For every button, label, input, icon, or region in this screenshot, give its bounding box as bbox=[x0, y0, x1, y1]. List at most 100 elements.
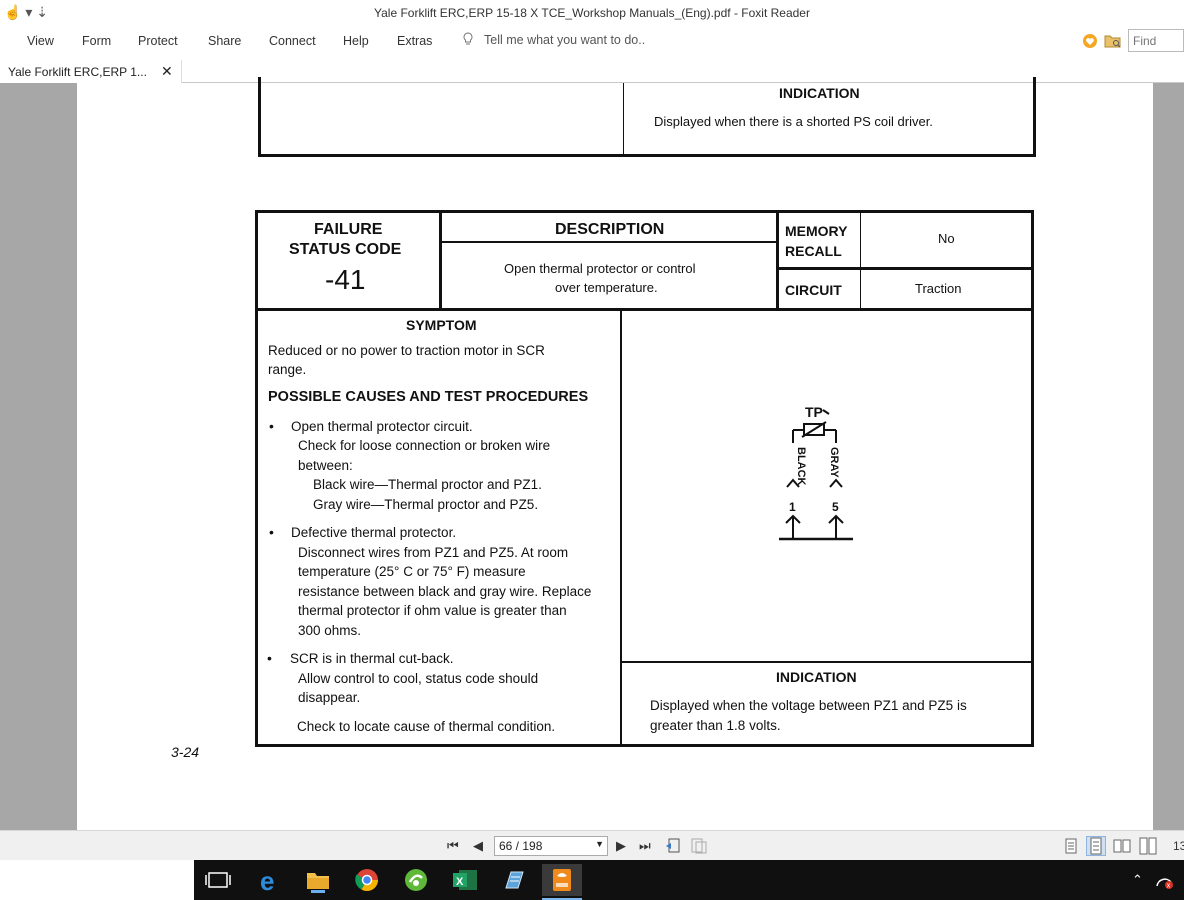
menu-view[interactable]: View bbox=[27, 34, 54, 48]
divider bbox=[621, 661, 1032, 663]
indication-line-2: greater than 1.8 volts. bbox=[650, 718, 781, 733]
top-indication-text: Displayed when there is a shorted PS coi… bbox=[654, 114, 933, 129]
memory-recall-label: MEMORY bbox=[785, 223, 848, 239]
next-view-icon[interactable] bbox=[690, 838, 708, 854]
bullet-icon: • bbox=[269, 524, 274, 540]
title-bar: ☝ ▾ ⇣ Yale Forklift ERC,ERP 15-18 X TCE_… bbox=[0, 0, 1184, 27]
tp-label: TP bbox=[805, 404, 823, 420]
menu-form[interactable]: Form bbox=[82, 34, 111, 48]
menu-help[interactable]: Help bbox=[343, 34, 369, 48]
lightbulb-icon bbox=[463, 32, 473, 45]
notepad-app-icon[interactable] bbox=[494, 864, 534, 896]
gray-wire-label: GRAY bbox=[828, 447, 840, 478]
single-page-view-icon[interactable] bbox=[1062, 837, 1080, 855]
description-heading: DESCRIPTION bbox=[555, 221, 665, 238]
green-app-icon[interactable] bbox=[396, 864, 436, 896]
windows-taskbar: e X ⌃ x bbox=[0, 860, 1184, 900]
tell-me-placeholder: Tell me what you want to do.. bbox=[484, 33, 646, 47]
cause-2-line-5: 300 ohms. bbox=[298, 623, 362, 638]
heart-icon[interactable] bbox=[1082, 33, 1098, 49]
previous-page-icon[interactable]: ◀ bbox=[473, 838, 483, 854]
memory-recall-label-2: RECALL bbox=[785, 243, 842, 259]
next-page-icon[interactable]: ▶ bbox=[616, 838, 626, 854]
memory-recall-value: No bbox=[938, 231, 955, 246]
continuous-view-icon[interactable] bbox=[1086, 836, 1106, 856]
divider bbox=[439, 212, 442, 309]
menu-extras[interactable]: Extras bbox=[397, 34, 432, 48]
top-indication-heading: INDICATION bbox=[779, 85, 860, 101]
cause-3-line-1: Allow control to cool, status code shoul… bbox=[298, 671, 539, 686]
foxit-reader-taskbar-button[interactable] bbox=[542, 864, 582, 900]
chevron-up-icon[interactable]: ⌃ bbox=[1132, 872, 1143, 888]
taskbar-left-blank bbox=[0, 860, 194, 900]
circuit-value: Traction bbox=[915, 281, 962, 296]
failure-heading: FAILURE bbox=[314, 221, 383, 238]
page-number-value: 66 / 198 bbox=[499, 839, 543, 853]
divider bbox=[257, 308, 1032, 311]
menu-share[interactable]: Share bbox=[208, 34, 241, 48]
bullet-icon: • bbox=[269, 418, 274, 434]
chevron-down-icon[interactable]: ▼ bbox=[595, 839, 604, 849]
cause-3-title: SCR is in thermal cut-back. bbox=[290, 651, 454, 666]
symptom-heading: SYMPTOM bbox=[406, 317, 477, 333]
network-status-icon[interactable]: x bbox=[1155, 873, 1175, 889]
cause-1-line-4: Gray wire—Thermal proctor and PZ5. bbox=[313, 497, 539, 512]
cause-2-line-3: resistance between black and gray wire. … bbox=[298, 584, 592, 599]
symptom-line-2: range. bbox=[268, 362, 307, 377]
first-page-icon[interactable]: ⏮ bbox=[447, 838, 459, 854]
symptom-line-1: Reduced or no power to traction motor in… bbox=[268, 343, 545, 358]
menu-protect[interactable]: Protect bbox=[138, 34, 178, 48]
last-page-icon[interactable]: ⏭ bbox=[639, 838, 651, 854]
cause-3-line-3: Check to locate cause of thermal conditi… bbox=[297, 719, 556, 734]
causes-heading: POSSIBLE CAUSES AND TEST PROCEDURES bbox=[268, 389, 589, 405]
cause-2-title: Defective thermal protector. bbox=[291, 525, 457, 540]
status-code-heading: STATUS CODE bbox=[289, 241, 402, 258]
close-icon[interactable]: ✕ bbox=[161, 63, 173, 80]
menu-connect[interactable]: Connect bbox=[269, 34, 316, 48]
status-bar: ⏮ ◀ 66 / 198 ▼ ▶ ⏭ 13 bbox=[0, 830, 1184, 860]
indication-heading: INDICATION bbox=[776, 669, 857, 685]
cause-2-line-2: temperature (25° C or 75° F) measure bbox=[298, 564, 526, 579]
document-viewport[interactable]: INDICATION Displayed when there is a sho… bbox=[0, 77, 1184, 830]
divider bbox=[441, 241, 777, 243]
chrome-browser-icon[interactable] bbox=[347, 864, 387, 896]
indication-line-1: Displayed when the voltage between PZ1 a… bbox=[650, 698, 967, 713]
facing-view-icon[interactable] bbox=[1113, 837, 1131, 855]
divider bbox=[776, 212, 779, 309]
divider bbox=[778, 267, 1032, 270]
vertical-scrollbar[interactable] bbox=[1153, 83, 1184, 830]
thermal-protector-diagram: TP BLACK GRAY 1 5 bbox=[779, 404, 853, 541]
cause-1-line-3: Black wire—Thermal proctor and PZ1. bbox=[313, 477, 542, 492]
bullet-icon: • bbox=[267, 650, 272, 666]
excel-icon[interactable]: X bbox=[445, 864, 485, 896]
tab-label: Yale Forklift ERC,ERP 1... bbox=[8, 65, 147, 79]
cause-2-line-4: thermal protector if ohm value is greate… bbox=[298, 603, 567, 618]
cause-1-title: Open thermal protector circuit. bbox=[291, 419, 473, 434]
svg-text:e: e bbox=[260, 866, 274, 896]
cause-3-line-2: disappear. bbox=[298, 690, 361, 705]
failure-code: -41 bbox=[325, 264, 366, 295]
edge-browser-icon[interactable]: e bbox=[249, 864, 289, 896]
find-area bbox=[1082, 29, 1184, 53]
file-explorer-icon[interactable] bbox=[298, 864, 338, 896]
zoom-level[interactable]: 13 bbox=[1173, 839, 1184, 853]
cause-1-line-1: Check for loose connection or broken wir… bbox=[298, 438, 551, 453]
circuit-label: CIRCUIT bbox=[785, 282, 842, 298]
divider bbox=[623, 83, 624, 155]
page-number-field[interactable]: 66 / 198 ▼ bbox=[494, 836, 608, 856]
search-folder-icon[interactable] bbox=[1104, 33, 1122, 49]
window-title: Yale Forklift ERC,ERP 15-18 X TCE_Worksh… bbox=[374, 6, 810, 20]
document-tab[interactable]: Yale Forklift ERC,ERP 1... ✕ bbox=[0, 60, 182, 83]
cause-2-line-1: Disconnect wires from PZ1 and PZ5. At ro… bbox=[298, 545, 569, 560]
description-line-1: Open thermal protector or control bbox=[504, 261, 696, 276]
continuous-facing-view-icon[interactable] bbox=[1139, 837, 1157, 855]
foxit-reader-icon bbox=[553, 869, 571, 891]
svg-text:x: x bbox=[1167, 883, 1171, 890]
ribbon-menu: View Form Protect Share Connect Help Ext… bbox=[0, 27, 1184, 58]
divider bbox=[860, 212, 861, 309]
previous-view-icon[interactable] bbox=[665, 838, 683, 854]
divider bbox=[620, 310, 622, 745]
tell-me-search[interactable]: Tell me what you want to do.. bbox=[462, 32, 645, 47]
find-input[interactable] bbox=[1128, 29, 1184, 52]
task-view-icon[interactable] bbox=[198, 864, 238, 896]
